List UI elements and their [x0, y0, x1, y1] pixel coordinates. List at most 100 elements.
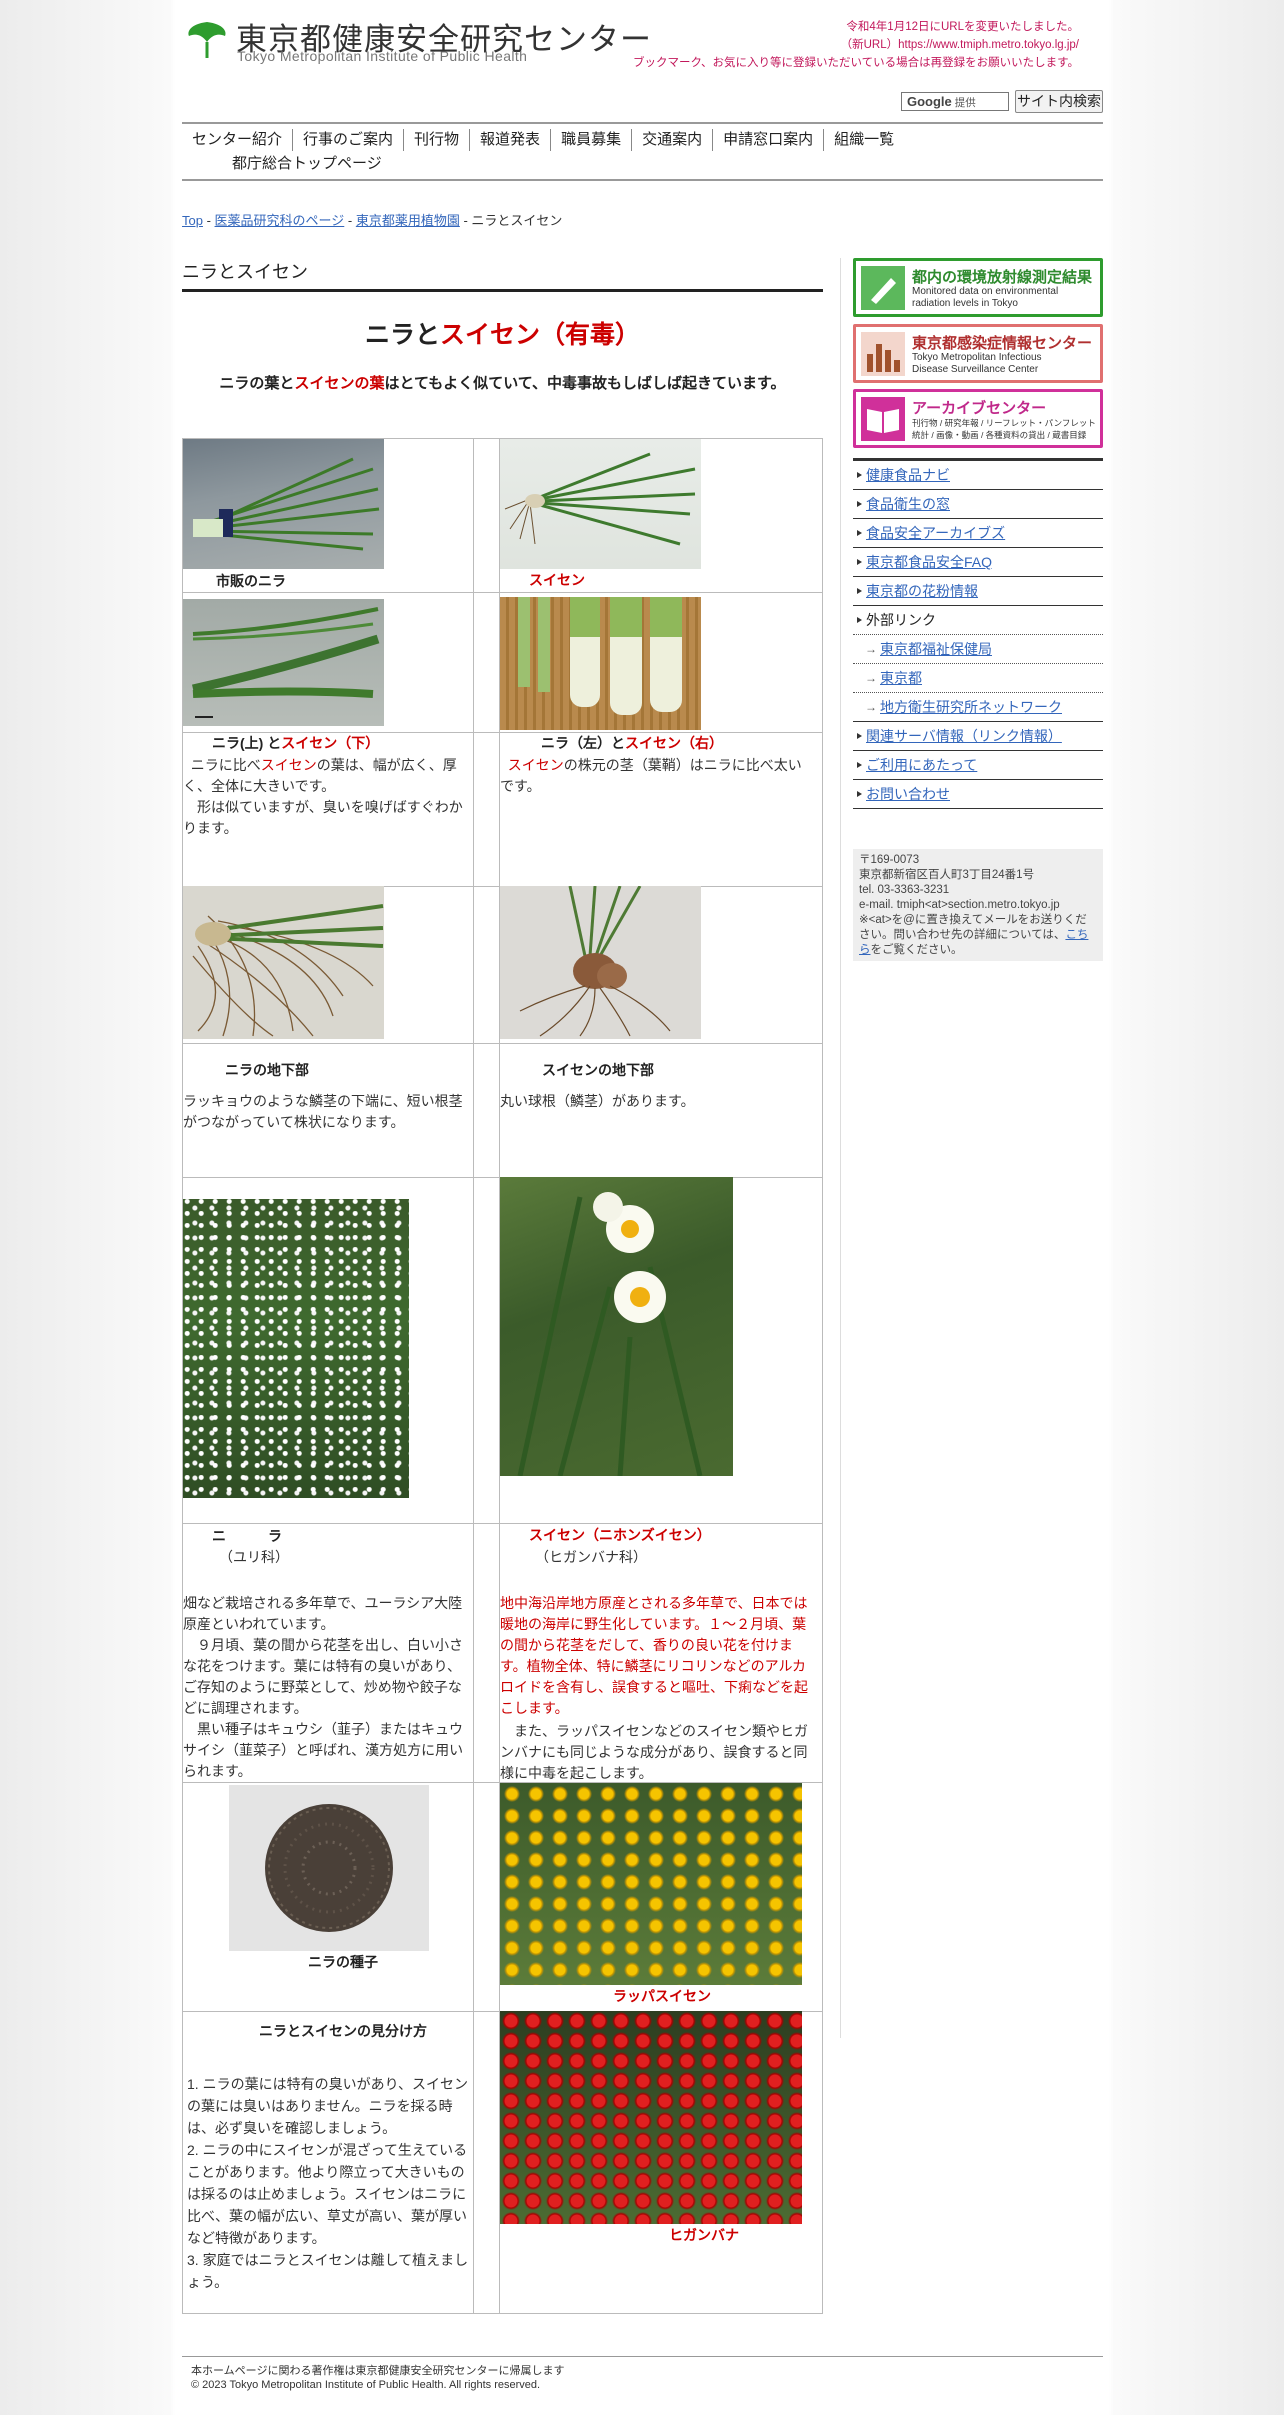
banner-sub-line: Monitored data on environmental [912, 286, 1059, 297]
nav-item-events[interactable]: 行事のご案内 [293, 129, 405, 151]
banner-archive-center[interactable]: アーカイブセンター 刊行物 / 研究年報 / リーフレット・パンフレット 統計 /… [853, 389, 1103, 448]
caption-part: スイセン（右） [625, 735, 723, 751]
breadcrumb-current: ニラとスイセン [471, 213, 563, 228]
sidebar-link-terms[interactable]: ご利用にあたって [853, 751, 1103, 780]
site-search-button[interactable]: サイト内検索 [1015, 90, 1103, 113]
nav-item-counter[interactable]: 申請窓口案内 [713, 129, 825, 151]
photo-suisen-underground [500, 886, 701, 1039]
caption-suisen: スイセン [529, 572, 585, 588]
nav-item-press[interactable]: 報道発表 [470, 129, 552, 151]
text-part: スイセン [260, 757, 317, 773]
banner-subtitle: Tokyo Metropolitan Infectious Disease Sur… [912, 352, 1042, 376]
caption-leaves-compare: ニラ(上) とスイセン（下） [212, 733, 379, 753]
banner-subtitle: Monitored data on environmental radiation… [912, 286, 1058, 310]
text-nira-description: 畑など栽培される多年草で、ユーラシア大陸原産といわれています。 ９月頃、葉の間か… [183, 1593, 468, 1782]
nav-item-publications[interactable]: 刊行物 [404, 129, 471, 151]
banner-radiation[interactable]: 都内の環境放射線測定結果 Monitored data on environme… [853, 258, 1103, 317]
book-icon [861, 397, 905, 441]
sidebar-link-text[interactable]: ご利用にあたって [866, 757, 977, 773]
caption-stem-compare: ニラ（左）とスイセン（右） [541, 733, 723, 753]
sidebar-link-welfare[interactable]: 東京都福祉保健局 [853, 635, 1103, 664]
banner-title: 東京都感染症情報センター [912, 335, 1093, 352]
text-stem-compare: スイセンの株元の茎（葉鞘）はニラに比べ太いです。 [500, 755, 810, 797]
search-input[interactable]: Google 提供 [901, 92, 1009, 111]
text-part: ニラに比べ [190, 757, 261, 773]
breadcrumb-garden[interactable]: 東京都薬用植物園 [356, 213, 460, 228]
nav-bottom-rule [182, 179, 1103, 181]
plant-name-nira: ニ ラ [212, 1528, 282, 1544]
sidebar-link-food-safety-archives[interactable]: 食品安全アーカイブズ [853, 519, 1103, 548]
photo-stem-base-compare [500, 597, 701, 730]
table-row-rule [183, 1043, 822, 1044]
daffodil-illustration [517, 1192, 703, 1476]
text-suisen-description: 地中海沿岸地方原産とされる多年草で、日本では暖地の海岸に野生化しています。１〜２… [500, 1593, 812, 1784]
breadcrumb-sep: - [202, 213, 215, 228]
sidebar-link-food-hygiene[interactable]: 食品衛生の窓 [853, 490, 1103, 519]
sidebar-link-text[interactable]: 東京都食品安全FAQ [866, 554, 992, 570]
photo-nira-seeds [229, 1785, 429, 1951]
tips-title: ニラとスイセンの見分け方 [259, 2023, 427, 2039]
headline-part: ニラと [364, 321, 440, 349]
plant-family-nira: （ユリ科） [219, 1549, 289, 1565]
banner-subtitle: 刊行物 / 研究年報 / リーフレット・パンフレット 統計 / 画像・動画 / 各… [912, 417, 1096, 441]
sidebar-link-food-faq[interactable]: 東京都食品安全FAQ [853, 548, 1103, 577]
text-part: スイセン [507, 757, 564, 773]
table-divider [473, 439, 474, 2313]
leaves-comparison-illustration [192, 607, 380, 718]
sidebar-link-text[interactable]: 食品衛生の窓 [866, 496, 950, 512]
sidebar-link-text[interactable]: 東京都福祉保健局 [880, 641, 992, 657]
sidebar-link-text[interactable]: 地方衛生研究所ネットワーク [880, 699, 1062, 715]
nav-item-organization[interactable]: 組織一覧 [824, 129, 904, 151]
caption-nira-underground: ニラの地下部 [225, 1062, 309, 1078]
nira-bundle-illustration [193, 457, 380, 551]
ginkgo-logo-icon[interactable] [186, 18, 228, 60]
sidebar-link-related-servers[interactable]: 関連サーバ情報（リンク情報） [853, 722, 1103, 751]
footer-copyright: © 2023 Tokyo Metropolitan Institute of P… [191, 2379, 541, 2391]
address-box: 〒169-0073 東京都新宿区百人町3丁目24番1号 tel. 03-3363… [853, 849, 1103, 961]
plant-name-suisen: スイセン（ニホンズイセン） [529, 1527, 711, 1543]
sidebar-link-tokyo[interactable]: 東京都 [853, 664, 1103, 693]
page-headline: ニラとスイセン（有毒） [182, 315, 823, 351]
text-paragraph: 黒い種子はキュウシ（韮子）またはキュウサイシ（韮菜子）と呼ばれ、漢方処方に用いら… [183, 1721, 464, 1779]
photo-nira-flowers [183, 1199, 409, 1498]
sidebar-link-health-food[interactable]: 健康食品ナビ [853, 461, 1103, 490]
banner-infectious-disease[interactable]: 東京都感染症情報センター Tokyo Metropolitan Infectio… [853, 324, 1103, 383]
nav-top-rule [182, 122, 1103, 124]
lead-part: スイセンの葉 [294, 375, 385, 392]
sidebar-link-text[interactable]: 健康食品ナビ [866, 467, 950, 483]
footer-copyright-notice: 本ホームページに関わる著作権は東京都健康安全研究センターに帰属します [191, 2365, 565, 2377]
tips-list: 1. ニラの葉には特有の臭いがあり、スイセンの葉には臭いはありません。ニラを採る… [187, 2073, 470, 2293]
sidebar-link-pollen[interactable]: 東京都の花粉情報 [853, 577, 1103, 606]
google-note: 提供 [954, 97, 976, 109]
sidebar-link-text[interactable]: 食品安全アーカイブズ [866, 525, 1005, 541]
address-email: e-mail. tmiph<at>section.metro.tokyo.jp [859, 899, 1060, 911]
nav-item-recruit[interactable]: 職員募集 [551, 129, 633, 151]
sidebar-link-text[interactable]: 関連サーバ情報（リンク情報） [866, 728, 1062, 744]
nav-item-about[interactable]: センター紹介 [182, 129, 294, 151]
main-nav: センター紹介 行事のご案内 刊行物 報道発表 職員募集 交通案内 申請窓口案内 組織一覧 [182, 129, 1103, 151]
sidebar-link-contact[interactable]: お問い合わせ [853, 780, 1103, 809]
text-paragraph: 地中海沿岸地方原産とされる多年草で、日本では暖地の海岸に野生化しています。１〜２… [500, 1595, 808, 1716]
caption-part: ニラ（左）と [541, 735, 625, 751]
photo-nira-vs-suisen-leaves [183, 599, 384, 726]
breadcrumb-top[interactable]: Top [182, 213, 203, 228]
sidebar-link-text[interactable]: 東京都 [880, 670, 922, 686]
caption-trumpet-daffodil: ラッパスイセン [613, 1988, 711, 2004]
banner-title: 都内の環境放射線測定結果 [912, 269, 1093, 286]
footer: 本ホームページに関わる著作権は東京都健康安全研究センターに帰属します © 202… [191, 2364, 564, 2392]
text-suisen-underground: 丸い球根（鱗茎）があります。 [500, 1093, 695, 1109]
sidebar-link-text[interactable]: お問い合わせ [866, 786, 950, 802]
suisen-bulb-illustration [519, 886, 671, 1037]
sidebar-link-text[interactable]: 東京都の花粉情報 [866, 583, 978, 599]
google-label: Google [907, 94, 952, 109]
nav-item-access[interactable]: 交通案内 [632, 129, 714, 151]
address-tel: tel. 03-3363-3231 [859, 884, 950, 896]
sidebar-link-local-health-network[interactable]: 地方衛生研究所ネットワーク [853, 693, 1103, 722]
photo-higanbana [500, 2011, 802, 2224]
site-title-en: Tokyo Metropolitan Institute of Public H… [237, 48, 528, 64]
photo-suisen [500, 439, 701, 569]
text-paragraph: また、ラッパスイセンなどのスイセン類やヒガンバナにも同じような成分があり、誤食す… [500, 1723, 808, 1781]
nav-item-tocho-top[interactable]: 都庁総合トップページ [232, 152, 382, 173]
breadcrumb-pharma[interactable]: 医薬品研究科のページ [215, 213, 345, 228]
notice-line: ブックマーク、お気に入り等に登録いただいている場合は再登録をお願いいたします。 [633, 57, 1079, 69]
